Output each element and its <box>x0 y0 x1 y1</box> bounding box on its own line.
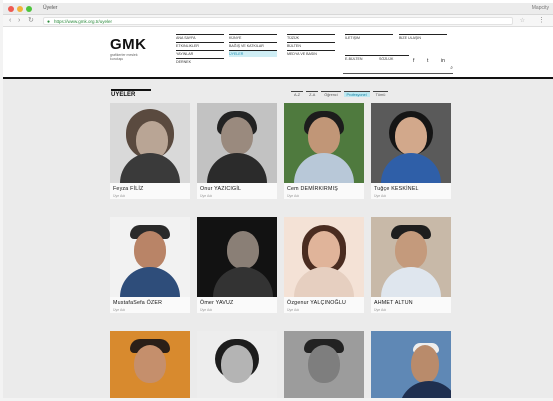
minimize-window-button[interactable] <box>17 6 23 12</box>
back-icon[interactable]: ‹ <box>9 17 11 25</box>
member-photo <box>110 331 190 401</box>
site-logo[interactable]: GMK grafikerler meslek kuruluşu <box>110 36 150 61</box>
member-photo <box>110 103 190 183</box>
member-name: Onur YAZICIGİL <box>200 186 242 192</box>
nav-item-newsletter[interactable]: E-bülten <box>345 55 379 62</box>
close-window-button[interactable] <box>8 6 14 12</box>
member-photo <box>371 217 451 297</box>
nav-item-reach-us[interactable]: Bize Ulaşın <box>399 34 447 41</box>
member-photo <box>197 331 277 401</box>
member-role: Üye Adı <box>374 194 387 198</box>
member-name: AHMET ALTUN <box>374 300 413 306</box>
forward-icon[interactable]: › <box>18 17 20 25</box>
filter-all[interactable]: Tümü <box>372 91 389 97</box>
twitter-icon[interactable]: t <box>427 58 428 64</box>
member-role: Üye Adı <box>200 308 213 312</box>
member-name: MustafaSefa ÖZER <box>113 300 163 306</box>
url-text: https://www.gmk.org.tr/uyeler <box>54 19 113 24</box>
member-photo <box>197 103 277 183</box>
members-content: ÜYELER A-Z Z-A Öğrenci Profesyonel Tümü … <box>3 79 553 401</box>
logo-subtitle: grafikerler meslek kuruluşu <box>110 53 138 61</box>
member-photo <box>284 103 364 183</box>
member-photo <box>284 217 364 297</box>
member-card[interactable]: MustafaSefa ÖZER Üye Adı <box>110 217 190 313</box>
member-card[interactable]: Feyza FİLİZ Üye Adı <box>110 103 190 199</box>
filter-a-z[interactable]: A-Z <box>291 91 304 97</box>
search-input[interactable]: ⌕ <box>343 65 453 74</box>
instagram-icon[interactable]: in <box>441 58 445 64</box>
member-name: Feyza FİLİZ <box>113 186 144 192</box>
filter-z-a[interactable]: Z-A <box>306 91 319 97</box>
member-card[interactable] <box>197 331 277 401</box>
member-role: Üye Adı <box>287 194 300 198</box>
reload-icon[interactable]: ↻ <box>28 17 34 25</box>
member-photo <box>284 331 364 401</box>
nav-column-4: İletişim <box>345 34 393 42</box>
page-title: ÜYELER <box>111 89 151 98</box>
member-card[interactable]: AHMET ALTUN Üye Adı <box>371 217 451 313</box>
site-header: GMK grafikerler meslek kuruluşu Ana sayf… <box>3 27 553 79</box>
nav-item-events[interactable]: Etkinlikler <box>176 42 224 49</box>
nav-item-members[interactable]: Üyeler <box>229 50 277 57</box>
nav-item-home[interactable]: Ana sayfa <box>176 34 224 41</box>
nav-item-publications[interactable]: Yayınlar <box>176 50 224 57</box>
member-card[interactable]: Tuğçe KESKİNEL Üye Adı <box>371 103 451 199</box>
member-card[interactable]: Özgenur YALÇINOĞLU Üye Adı <box>284 217 364 313</box>
member-photo <box>110 217 190 297</box>
maximize-window-button[interactable] <box>26 6 32 12</box>
member-card[interactable] <box>110 331 190 401</box>
nav-column-5: Bize Ulaşın <box>399 34 447 42</box>
nav-item-contact[interactable]: İletişim <box>345 34 393 41</box>
nav-item-glossary[interactable]: Sözlük <box>379 55 409 62</box>
browser-profile-label[interactable]: Mapcity <box>532 5 549 11</box>
search-icon[interactable]: ⌕ <box>450 65 453 71</box>
member-photo <box>371 331 451 401</box>
nav-column-2: Künye Bağış ve Katkılar Üyeler <box>229 34 277 58</box>
bookmark-star-icon[interactable]: ☆ <box>520 17 525 24</box>
member-role: Üye Adı <box>113 194 126 198</box>
browser-addressbar: ‹ › ↻ ● https://www.gmk.org.tr/uyeler ☆ … <box>3 15 553 27</box>
nav-item-press[interactable]: Medya ve Basın <box>287 50 335 57</box>
member-card[interactable]: Onur YAZICIGİL Üye Adı <box>197 103 277 199</box>
member-filters: A-Z Z-A Öğrenci Profesyonel Tümü <box>291 91 389 97</box>
facebook-icon[interactable]: f <box>413 58 414 64</box>
member-card[interactable]: Cem DEMİRKIRMIŞ Üye Adı <box>284 103 364 199</box>
member-photo <box>371 103 451 183</box>
logo-text: GMK <box>110 36 147 53</box>
member-name: Cem DEMİRKIRMIŞ <box>287 186 338 192</box>
member-card[interactable] <box>284 331 364 401</box>
member-name: Ömer YAVUZ <box>200 300 234 306</box>
member-card[interactable] <box>371 331 451 401</box>
nav-item-donations[interactable]: Bağış ve Katkılar <box>229 42 277 49</box>
nav-column-1: Ana sayfa Etkinlikler Yayınlar Dernek <box>176 34 224 66</box>
member-name: Tuğçe KESKİNEL <box>374 186 419 192</box>
nav-item-credits[interactable]: Künye <box>229 34 277 41</box>
filter-student[interactable]: Öğrenci <box>321 91 341 97</box>
member-role: Üye Adı <box>374 308 387 312</box>
member-role: Üye Adı <box>200 194 213 198</box>
browser-menu-icon[interactable]: ⋮ <box>538 16 545 24</box>
member-role: Üye Adı <box>287 308 300 312</box>
member-role: Üye Adı <box>113 308 126 312</box>
url-field[interactable]: ● https://www.gmk.org.tr/uyeler <box>43 17 513 25</box>
browser-titlebar: Üyeler Mapcity <box>3 3 553 15</box>
browser-tab-title[interactable]: Üyeler <box>43 5 57 11</box>
filter-professional[interactable]: Profesyonel <box>343 91 370 97</box>
nav-item-bulletin[interactable]: Bülten <box>287 42 335 49</box>
member-card[interactable]: Ömer YAVUZ Üye Adı <box>197 217 277 313</box>
nav-item-association[interactable]: Dernek <box>176 58 224 65</box>
nav-column-3: Tüzük Bülten Medya ve Basın <box>287 34 335 58</box>
lock-icon: ● <box>47 19 51 25</box>
member-name: Özgenur YALÇINOĞLU <box>287 300 347 306</box>
nav-item-bylaws[interactable]: Tüzük <box>287 34 335 41</box>
member-photo <box>197 217 277 297</box>
